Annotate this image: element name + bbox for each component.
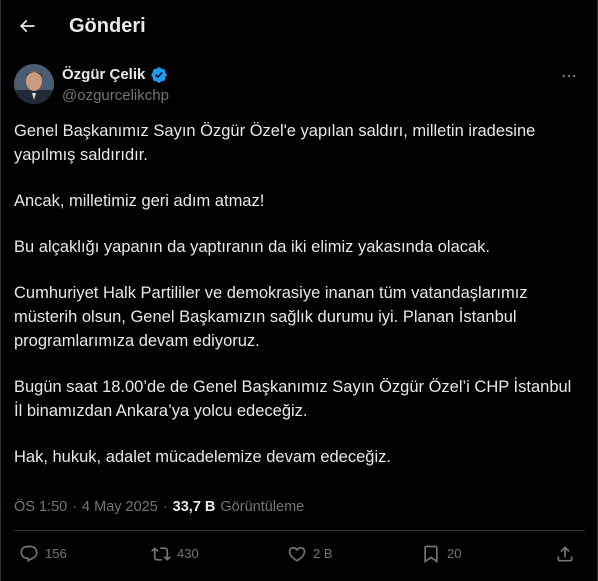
- meta-separator: ·: [72, 499, 78, 515]
- tweet-paragraph: Cumhuriyet Halk Partililer ve demokrasiy…: [14, 284, 528, 350]
- avatar-image: [14, 64, 54, 104]
- reply-button[interactable]: 156: [19, 544, 67, 564]
- share-icon: [557, 546, 573, 562]
- tweet-time[interactable]: ÖS 1:50: [14, 497, 67, 517]
- tweet-text: Genel Başkanımız Sayın Özgür Özel'e yapı…: [14, 119, 584, 491]
- bookmark-button[interactable]: 20: [421, 544, 461, 564]
- repost-count: 430: [177, 546, 199, 561]
- author-handle[interactable]: @ozgurcelikchp: [62, 86, 169, 106]
- tweet-paragraph: Ancak, milletimiz geri adım atmaz!: [14, 192, 265, 210]
- tweet-meta: ÖS 1:50 · 4 May 2025 · 33,7 B Görüntülem…: [14, 497, 304, 517]
- share-button[interactable]: [555, 544, 575, 564]
- more-options-button[interactable]: [557, 64, 581, 88]
- author-name[interactable]: Özgür Çelik: [62, 65, 168, 85]
- author-display-name[interactable]: Özgür Çelik: [62, 65, 145, 85]
- action-bar: 156 430 2 B 20: [1, 540, 598, 574]
- divider: [14, 530, 585, 531]
- tweet-paragraph: Hak, hukuk, adalet mücadelemize devam ed…: [14, 448, 391, 466]
- more-horizontal-icon: [562, 74, 576, 78]
- arrow-left-icon: [19, 19, 35, 33]
- bookmark-count: 20: [447, 546, 462, 561]
- page-header: Gönderi: [1, 0, 598, 53]
- repost-button[interactable]: 430: [151, 544, 199, 564]
- tweet-date[interactable]: 4 May 2025: [82, 497, 158, 517]
- tweet-paragraph: Bu alçaklığı yapanın da yaptıranın da ik…: [14, 238, 491, 256]
- bookmark-icon: [424, 545, 438, 564]
- back-button[interactable]: [9, 8, 45, 44]
- heart-icon: [288, 546, 306, 562]
- like-button[interactable]: 2 B: [287, 544, 333, 564]
- tweet-paragraph: Genel Başkanımız Sayın Özgür Özel'e yapı…: [14, 122, 536, 164]
- page-title: Gönderi: [69, 15, 146, 37]
- verified-badge-icon[interactable]: [150, 66, 168, 84]
- post-page: Gönderi Özgür Çelik @ozgurcelikchp Genel…: [0, 0, 598, 581]
- repost-icon: [151, 547, 171, 561]
- meta-separator: ·: [162, 499, 168, 515]
- like-count: 2 B: [313, 546, 333, 561]
- views-label: Görüntüleme: [220, 499, 305, 515]
- reply-count: 156: [45, 546, 67, 561]
- author-avatar[interactable]: [14, 64, 54, 104]
- reply-icon: [20, 545, 38, 563]
- tweet-paragraph: Bugün saat 18.00’de de Genel Başkanımız …: [14, 378, 572, 420]
- views-count[interactable]: 33,7 B: [173, 497, 216, 517]
